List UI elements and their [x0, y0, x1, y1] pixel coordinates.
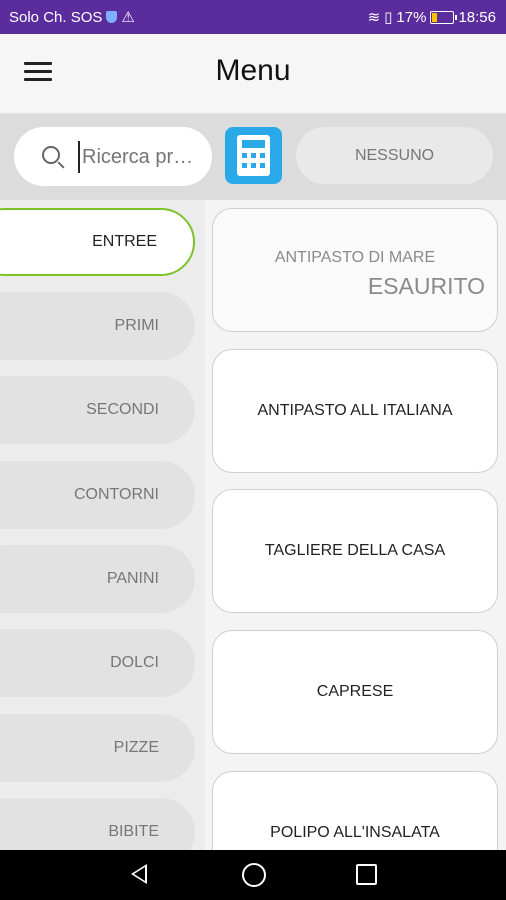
status-right: ≋ ▯ 17% 18:56	[367, 8, 496, 27]
clock: 18:56	[458, 8, 496, 26]
product-name: ANTIPASTO DI MARE	[274, 248, 436, 266]
category-contorni[interactable]: CONTORNI	[0, 461, 195, 529]
search-icon	[42, 146, 60, 164]
product-card[interactable]: TAGLIERE DELLA CASA	[212, 489, 498, 613]
search-input[interactable]	[78, 141, 224, 173]
carrier-label: Solo Ch. SOS	[9, 8, 103, 26]
category-panini[interactable]: PANINI	[0, 545, 195, 613]
category-bibite[interactable]: BIBITE	[0, 798, 195, 850]
sim-icon: ▯	[384, 9, 393, 26]
product-card[interactable]: ANTIPASTO DI MARE ESAURITO	[212, 208, 498, 332]
product-card[interactable]: ANTIPASTO ALL ITALIANA	[212, 349, 498, 473]
home-icon[interactable]	[242, 863, 266, 887]
product-list: ANTIPASTO DI MARE ESAURITO ANTIPASTO ALL…	[205, 200, 506, 850]
search-box[interactable]	[14, 127, 224, 186]
shield-icon	[106, 11, 118, 23]
product-card[interactable]: POLIPO ALL'INSALATA	[212, 771, 498, 850]
calculator-icon	[237, 135, 270, 176]
calculator-button[interactable]	[225, 127, 282, 184]
recent-apps-icon[interactable]	[356, 864, 377, 885]
product-name: TAGLIERE DELLA CASA	[264, 542, 446, 559]
warning-icon: ⚠	[121, 9, 135, 26]
product-card[interactable]: CAPRESE	[212, 630, 498, 754]
product-name: CAPRESE	[316, 683, 394, 700]
status-left: Solo Ch. SOS ⚠	[9, 8, 135, 27]
search-row: NESSUNO	[0, 114, 506, 200]
none-button[interactable]: NESSUNO	[296, 127, 493, 184]
category-dolci[interactable]: DOLCI	[0, 629, 195, 697]
product-name: ANTIPASTO ALL ITALIANA	[257, 402, 453, 419]
category-entree[interactable]: ENTREE	[0, 208, 195, 276]
page-title: Menu	[215, 54, 291, 87]
sold-out-label: ESAURITO	[367, 272, 485, 299]
back-icon[interactable]	[131, 864, 147, 884]
product-name: POLIPO ALL'INSALATA	[270, 824, 440, 841]
battery-percent: 17%	[396, 8, 427, 26]
system-nav-bar	[0, 850, 506, 900]
status-bar: Solo Ch. SOS ⚠ ≋ ▯ 17% 18:56	[0, 0, 506, 34]
category-pizze[interactable]: PIZZE	[0, 714, 195, 782]
app-bar: Menu	[0, 34, 506, 114]
category-sidebar: ENTREE PRIMI SECONDI CONTORNI PANINI DOL…	[0, 200, 205, 850]
wifi-icon: ≋	[367, 9, 381, 26]
category-primi[interactable]: PRIMI	[0, 292, 195, 360]
battery-icon	[430, 10, 458, 24]
category-secondi[interactable]: SECONDI	[0, 376, 195, 444]
